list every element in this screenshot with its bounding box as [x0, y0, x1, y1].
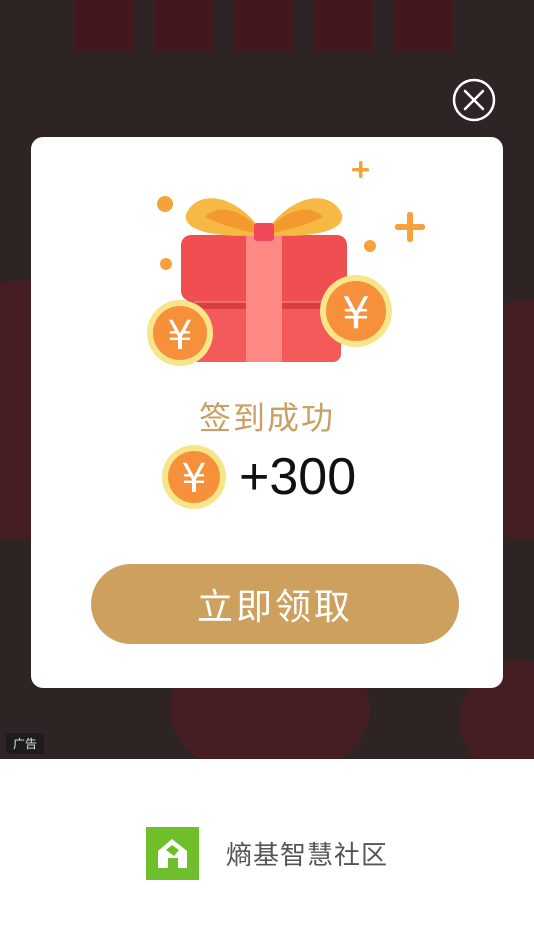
close-circle-icon: [452, 78, 496, 122]
ad-background-headline: ■■■■■: [67, 0, 467, 60]
signin-success-title: 签到成功: [198, 399, 335, 437]
ad-tag: 广告: [6, 733, 45, 754]
screen: ■■■■■ 广告 ¥ ¥ 签到成功 ¥ +300 立即领取 熵基智慧社区: [0, 0, 534, 949]
reward-amount: +300: [239, 448, 357, 506]
claim-now-button[interactable]: 立即领取: [91, 564, 459, 644]
house-logo-icon: [146, 827, 199, 880]
app-name: 熵基智慧社区: [226, 841, 389, 871]
app-footer: 熵基智慧社区: [0, 759, 534, 949]
close-button[interactable]: [452, 78, 496, 122]
svg-text:¥: ¥: [167, 313, 192, 359]
yuan-coin-icon: ¥: [162, 445, 226, 509]
svg-text:¥: ¥: [342, 288, 370, 339]
svg-text:¥: ¥: [181, 456, 206, 502]
signin-success-dialog: ¥ ¥ 签到成功 ¥ +300 立即领取: [31, 137, 503, 688]
reward-row: ¥ +300: [161, 442, 356, 512]
gift-box-icon: ¥ ¥: [147, 161, 425, 366]
